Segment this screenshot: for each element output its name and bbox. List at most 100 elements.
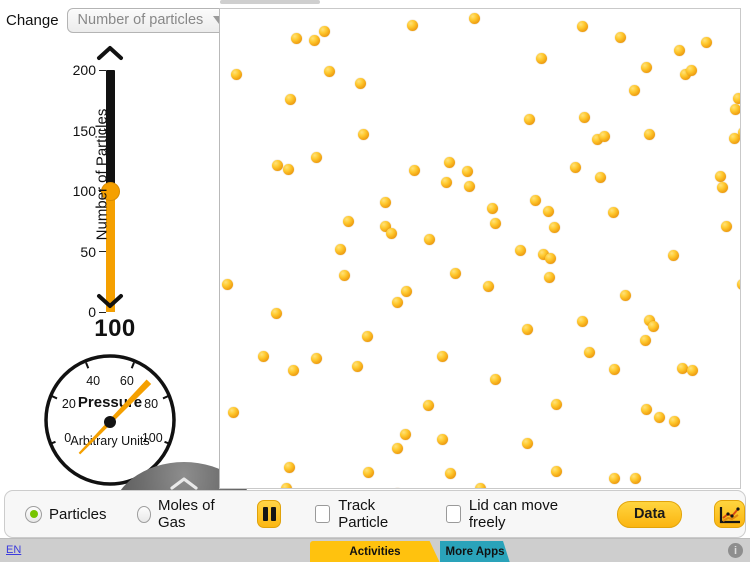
slider-decrement-button[interactable] [96,292,124,310]
gas-particle[interactable] [441,177,452,188]
gas-particle[interactable] [281,483,292,488]
radio-moles-of-gas[interactable]: Moles of Gas [136,497,232,531]
gas-particle[interactable] [544,272,555,283]
gas-particle[interactable] [231,69,242,80]
gas-particle[interactable] [579,112,590,123]
gas-particle[interactable] [717,182,728,193]
gas-particle[interactable] [272,160,283,171]
pause-button[interactable] [257,500,281,528]
gas-particle[interactable] [380,197,391,208]
gas-particle[interactable] [319,26,330,37]
gas-particle[interactable] [595,172,606,183]
gas-particle[interactable] [487,203,498,214]
gas-particle[interactable] [530,195,541,206]
gas-particle[interactable] [464,181,475,192]
gas-particle[interactable] [392,443,403,454]
slider-increment-button[interactable] [96,44,124,62]
gas-particle[interactable] [737,279,740,290]
radio-particles[interactable]: Particles [25,505,107,523]
graph-button[interactable] [714,500,745,528]
gas-particle[interactable] [648,321,659,332]
gas-particle[interactable] [490,218,501,229]
gas-particle[interactable] [311,152,322,163]
gas-particle[interactable] [608,207,619,218]
gas-particle[interactable] [339,270,350,281]
gas-particle[interactable] [620,290,631,301]
gas-particle[interactable] [674,45,685,56]
gas-particle[interactable] [309,35,320,46]
gas-particle[interactable] [401,286,412,297]
gas-particle[interactable] [423,400,434,411]
gas-particle[interactable] [549,222,560,233]
gas-particle[interactable] [392,488,403,489]
gas-particle[interactable] [644,129,655,140]
gas-particle[interactable] [609,364,620,375]
gas-particle[interactable] [570,162,581,173]
gas-particle[interactable] [475,483,486,488]
gas-particle[interactable] [288,365,299,376]
gas-particle[interactable] [392,297,403,308]
gas-particle[interactable] [641,62,652,73]
gas-particle[interactable] [687,365,698,376]
gas-particle[interactable] [715,171,726,182]
gas-particle[interactable] [668,250,679,261]
gas-particle[interactable] [469,13,480,24]
gas-particle[interactable] [324,66,335,77]
gas-particle[interactable] [450,268,461,279]
gas-particle[interactable] [444,157,455,168]
tab-more-apps[interactable]: More Apps [440,541,510,562]
gas-particle[interactable] [483,281,494,292]
gas-particle[interactable] [584,347,595,358]
gas-particle[interactable] [445,468,456,479]
gas-particle[interactable] [407,20,418,31]
checkbox-lid-move-freely[interactable]: Lid can move freely [445,497,577,531]
tab-activities[interactable]: Activities [310,541,440,562]
gas-particle[interactable] [543,206,554,217]
change-dropdown[interactable]: Number of particles [66,8,235,33]
gas-particle[interactable] [335,244,346,255]
gas-particle[interactable] [400,429,411,440]
particle-container[interactable] [219,8,741,489]
gas-particle[interactable] [545,253,556,264]
gas-particle[interactable] [409,165,420,176]
gas-particle[interactable] [222,279,233,290]
gas-particle[interactable] [522,438,533,449]
gas-particle[interactable] [284,462,295,473]
gas-particle[interactable] [283,164,294,175]
gas-particle[interactable] [352,361,363,372]
gas-particle[interactable] [437,434,448,445]
gas-particle[interactable] [609,473,620,484]
gas-particle[interactable] [271,308,282,319]
gas-particle[interactable] [228,407,239,418]
gas-particle[interactable] [291,33,302,44]
gas-particle[interactable] [386,228,397,239]
gas-particle[interactable] [577,21,588,32]
gas-particle[interactable] [515,245,526,256]
gas-particle[interactable] [524,114,535,125]
gas-particle[interactable] [629,85,640,96]
checkbox-track-particle[interactable]: Track Particle [314,497,414,531]
gas-particle[interactable] [641,404,652,415]
gas-particle[interactable] [362,331,373,342]
gas-particle[interactable] [424,234,435,245]
gas-particle[interactable] [577,316,588,327]
gas-particle[interactable] [654,412,665,423]
container-lid[interactable] [220,0,320,4]
gas-particle[interactable] [630,473,641,484]
gas-particle[interactable] [701,37,712,48]
gas-particle[interactable] [551,399,562,410]
gas-particle[interactable] [721,221,732,232]
gas-particle[interactable] [490,374,501,385]
gas-particle[interactable] [311,353,322,364]
gas-particle[interactable] [640,335,651,346]
gas-particle[interactable] [551,466,562,477]
gas-particle[interactable] [536,53,547,64]
gas-particle[interactable] [522,324,533,335]
gas-particle[interactable] [437,351,448,362]
gas-particle[interactable] [669,416,680,427]
gas-particle[interactable] [730,104,740,115]
gas-particle[interactable] [733,93,740,104]
gas-particle[interactable] [258,351,269,362]
gas-particle[interactable] [615,32,626,43]
gas-particle[interactable] [285,94,296,105]
